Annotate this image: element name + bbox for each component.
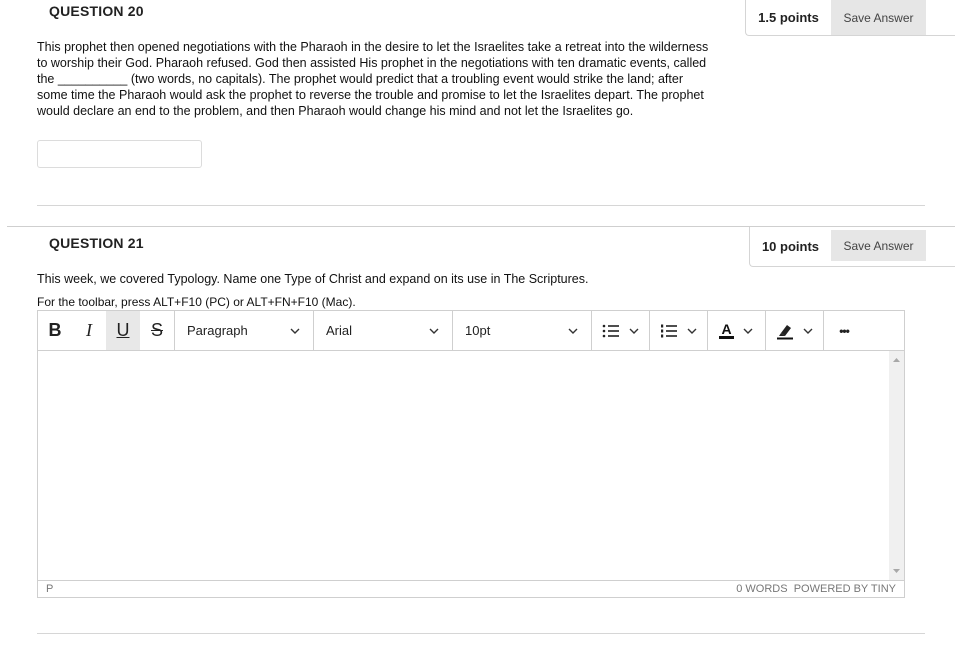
underline-button[interactable]: U: [106, 311, 140, 350]
question-21-text: This week, we covered Typology. Name one…: [37, 272, 589, 286]
question-20-save-answer-button[interactable]: Save Answer: [831, 0, 926, 35]
editor-scrollbar[interactable]: [889, 351, 904, 580]
question-21-title: QUESTION 21: [49, 235, 144, 251]
rich-text-editor: B I U S Paragraph Arial 10pt A ••• P 0 W…: [37, 310, 905, 598]
text-color-button[interactable]: A: [708, 311, 766, 350]
chevron-down-icon: [429, 328, 439, 334]
statusbar-right: 0 WORDS POWERED BY TINY: [736, 583, 896, 595]
toolbar-shortcut-hint: For the toolbar, press ALT+F10 (PC) or A…: [37, 295, 356, 309]
chevron-down-icon: [629, 328, 638, 334]
question-20-title: QUESTION 20: [49, 3, 144, 19]
font-size-select[interactable]: 10pt: [453, 311, 592, 350]
font-family-value: Arial: [326, 323, 353, 338]
font-size-value: 10pt: [465, 323, 491, 338]
scroll-up-arrow-icon[interactable]: [889, 355, 904, 365]
bullet-list-icon: [602, 324, 619, 337]
italic-button[interactable]: I: [72, 311, 106, 350]
more-options-button[interactable]: •••: [824, 311, 864, 350]
editor-toolbar: B I U S Paragraph Arial 10pt A •••: [38, 311, 904, 351]
question-20-points-box: 1.5 points Save Answer: [745, 0, 955, 36]
block-format-select[interactable]: Paragraph: [175, 311, 314, 350]
format-buttons-group: B I U S: [38, 311, 175, 350]
editor-statusbar: P 0 WORDS POWERED BY TINY: [38, 580, 904, 597]
chevron-down-icon: [803, 328, 812, 334]
scroll-down-arrow-icon[interactable]: [889, 566, 904, 576]
question-20-answer-input[interactable]: [37, 140, 202, 168]
powered-by-tiny[interactable]: POWERED BY TINY: [794, 583, 896, 595]
question-20-text: This prophet then opened negotiations wi…: [37, 40, 709, 118]
question-21-save-answer-button[interactable]: Save Answer: [831, 230, 926, 261]
chevron-down-icon: [568, 328, 578, 334]
question-21-points: 10 points: [761, 239, 820, 254]
question-20-divider: [37, 205, 925, 206]
chevron-down-icon: [743, 328, 753, 334]
highlighter-icon: [776, 324, 793, 339]
bold-button[interactable]: B: [38, 311, 72, 350]
font-family-select[interactable]: Arial: [314, 311, 453, 350]
chevron-down-icon: [687, 328, 696, 334]
bullet-list-button[interactable]: [592, 311, 650, 350]
element-path[interactable]: P: [46, 583, 53, 595]
text-color-icon: A: [719, 321, 734, 339]
word-count[interactable]: 0 WORDS: [736, 583, 787, 595]
editor-content-area[interactable]: [38, 351, 904, 580]
highlight-color-button[interactable]: [766, 311, 824, 350]
question-21-points-box: 10 points Save Answer: [749, 227, 955, 267]
question-20-points: 1.5 points: [758, 10, 819, 25]
numbered-list-icon: [660, 324, 677, 337]
numbered-list-button[interactable]: [650, 311, 708, 350]
chevron-down-icon: [290, 328, 300, 334]
strikethrough-button[interactable]: S: [140, 311, 174, 350]
question-21-divider: [37, 633, 925, 634]
block-format-value: Paragraph: [187, 323, 248, 338]
